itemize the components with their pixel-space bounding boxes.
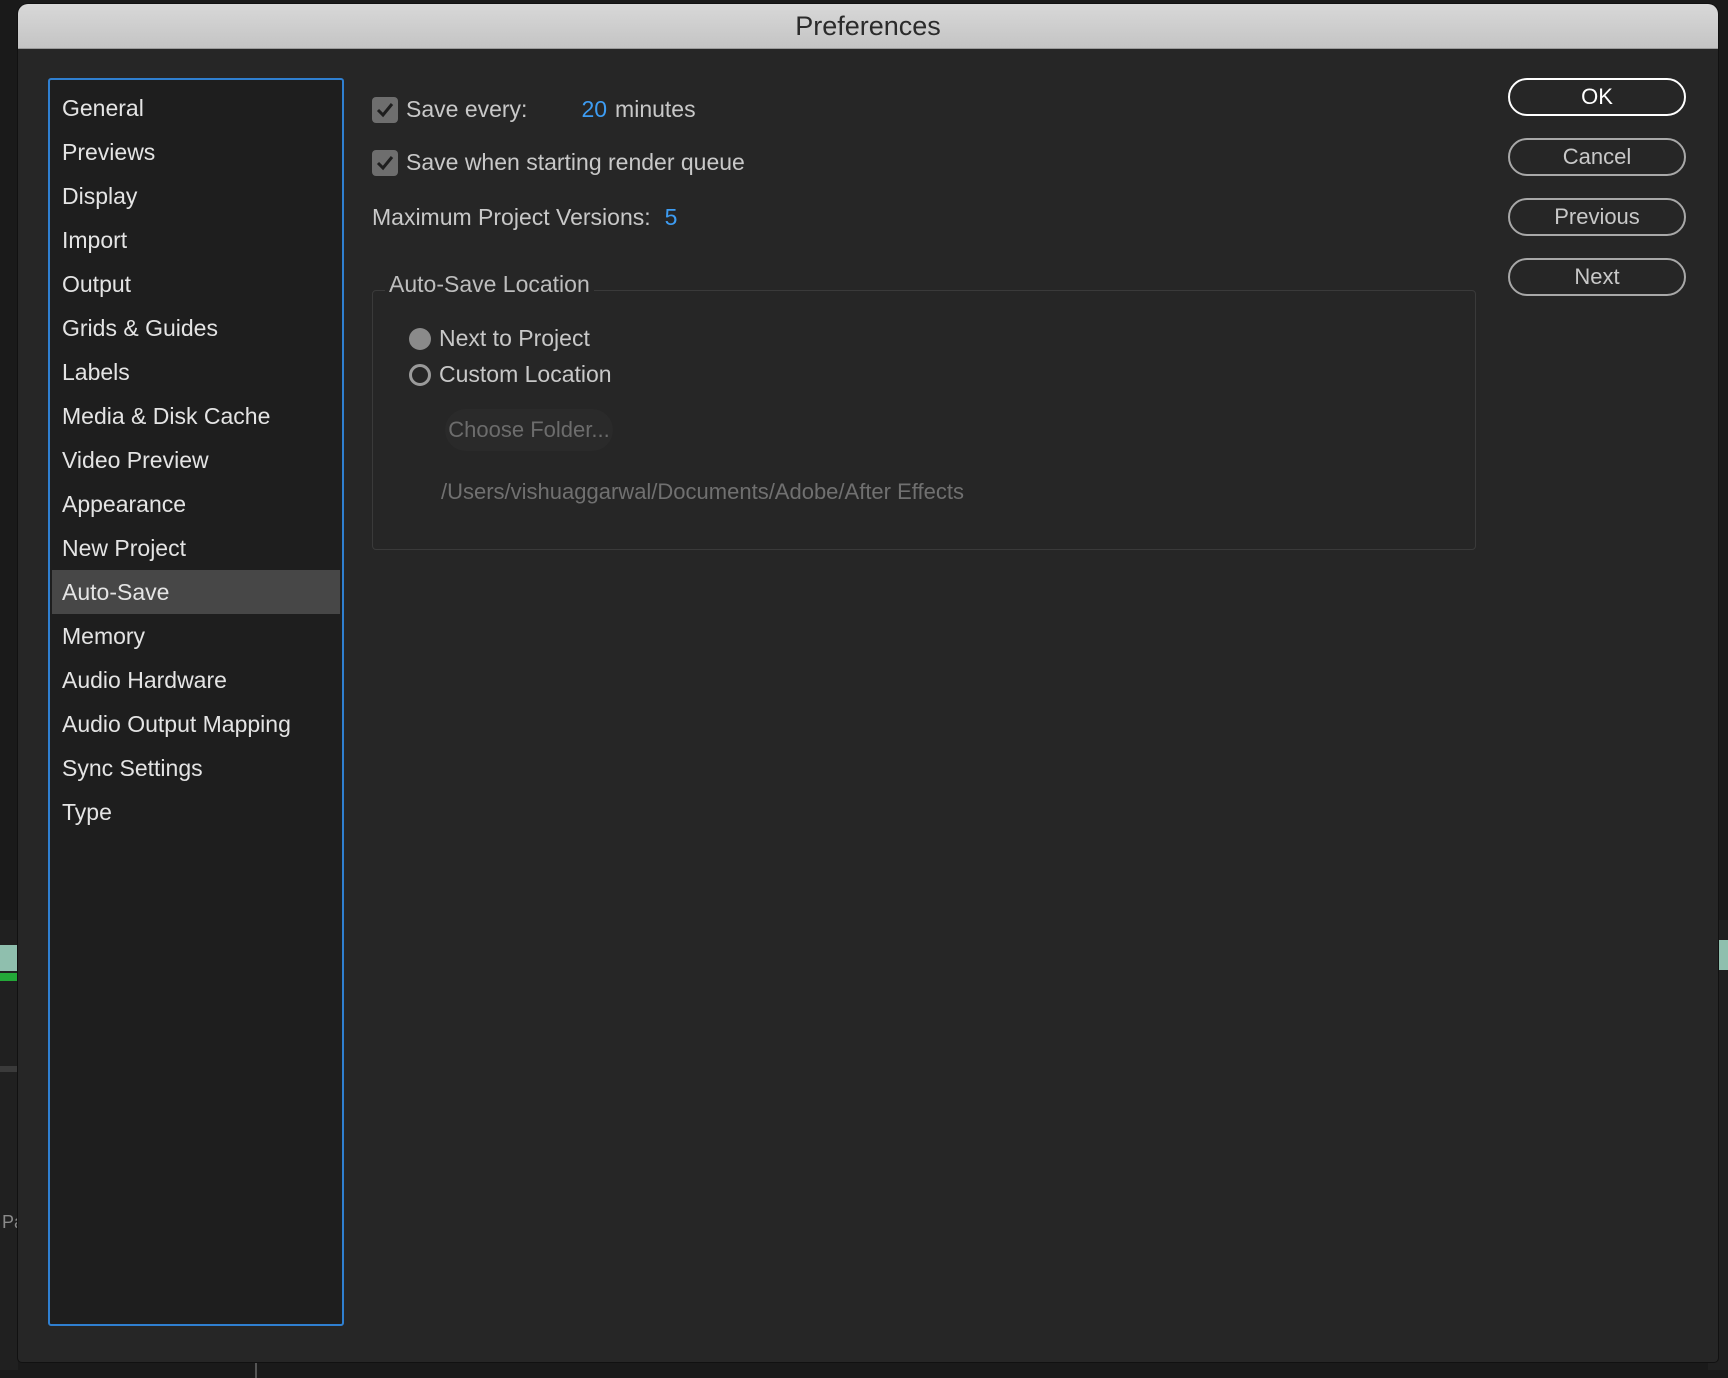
sidebar-item-media-disk-cache[interactable]: Media & Disk Cache — [52, 394, 340, 438]
sidebar-item-auto-save[interactable]: Auto-Save — [52, 570, 340, 614]
save-every-row: Save every: 20 minutes — [372, 96, 696, 123]
save-every-unit: minutes — [615, 96, 696, 122]
auto-save-folder-path: /Users/vishuaggarwal/Documents/Adobe/Aft… — [441, 479, 964, 504]
sidebar-item-new-project[interactable]: New Project — [52, 526, 340, 570]
max-versions-value[interactable]: 5 — [665, 204, 678, 231]
sidebar-item-display[interactable]: Display — [52, 174, 340, 218]
sidebar-item-memory[interactable]: Memory — [52, 614, 340, 658]
sidebar-item-general[interactable]: General — [52, 86, 340, 130]
choose-folder-button[interactable]: Choose Folder... — [445, 409, 613, 451]
radio-next-to-project[interactable]: Next to Project — [409, 325, 590, 352]
background-divider — [0, 1066, 18, 1072]
save-every-label: Save every: — [406, 96, 528, 122]
preferences-dialog: Preferences General Previews Display Imp… — [18, 4, 1718, 1362]
checkmark-icon — [376, 102, 394, 117]
radio-unselected-icon[interactable] — [409, 363, 431, 386]
sidebar-item-previews[interactable]: Previews — [52, 130, 340, 174]
sidebar-item-output[interactable]: Output — [52, 262, 340, 306]
auto-save-location-group: Auto-Save Location Next to Project Custo… — [372, 271, 1476, 550]
render-queue-row: Save when starting render queue — [372, 149, 745, 176]
ok-button[interactable]: OK — [1508, 78, 1686, 116]
save-every-checkbox[interactable] — [372, 96, 398, 123]
preferences-category-list[interactable]: General Previews Display Import Output G… — [48, 78, 344, 1326]
sidebar-item-appearance[interactable]: Appearance — [52, 482, 340, 526]
radio-custom-location-label: Custom Location — [439, 361, 612, 387]
sidebar-item-import[interactable]: Import — [52, 218, 340, 262]
background-tick — [255, 1362, 257, 1378]
next-button[interactable]: Next — [1508, 258, 1686, 296]
dialog-titlebar[interactable]: Preferences — [18, 4, 1718, 49]
cancel-button[interactable]: Cancel — [1508, 138, 1686, 176]
sidebar-item-labels[interactable]: Labels — [52, 350, 340, 394]
background-timeline-bar — [0, 945, 18, 971]
radio-next-to-project-label: Next to Project — [439, 325, 590, 351]
sidebar-item-sync-settings[interactable]: Sync Settings — [52, 746, 340, 790]
auto-save-location-legend: Auto-Save Location — [385, 271, 594, 298]
max-versions-label: Maximum Project Versions: — [372, 204, 651, 230]
background-timeline-marker — [0, 973, 18, 981]
save-every-interval-value[interactable]: 20 — [581, 96, 607, 123]
sidebar-item-audio-output-mapping[interactable]: Audio Output Mapping — [52, 702, 340, 746]
max-versions-row: Maximum Project Versions: 5 — [372, 204, 677, 231]
sidebar-item-video-preview[interactable]: Video Preview — [52, 438, 340, 482]
sidebar-item-grids-guides[interactable]: Grids & Guides — [52, 306, 340, 350]
background-app-panel-left — [0, 920, 18, 1370]
render-queue-label: Save when starting render queue — [406, 149, 745, 175]
previous-button[interactable]: Previous — [1508, 198, 1686, 236]
checkmark-icon — [376, 155, 394, 170]
dialog-title: Preferences — [795, 10, 941, 41]
render-queue-checkbox[interactable] — [372, 149, 398, 176]
sidebar-item-type[interactable]: Type — [52, 790, 340, 834]
radio-selected-icon[interactable] — [409, 327, 431, 350]
radio-custom-location[interactable]: Custom Location — [409, 361, 612, 388]
sidebar-item-audio-hardware[interactable]: Audio Hardware — [52, 658, 340, 702]
